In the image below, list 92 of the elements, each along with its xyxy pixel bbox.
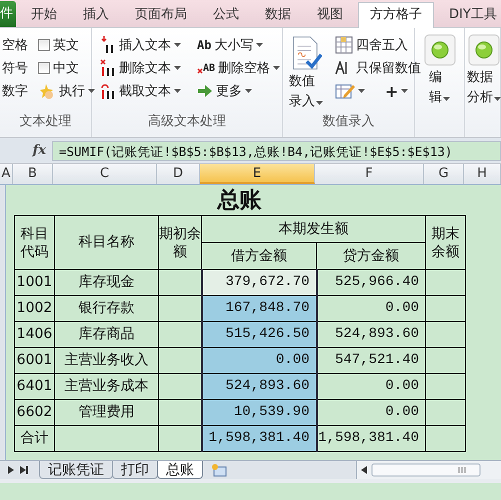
- group-label: 高级文本处理: [147, 113, 227, 131]
- table-cell: 主营业务成本: [54, 374, 158, 400]
- column-header[interactable]: C: [53, 164, 157, 184]
- checkbox-label[interactable]: 中文: [53, 59, 79, 77]
- column-header[interactable]: B: [13, 164, 53, 184]
- formula-field[interactable]: =SUMIF(记账凭证!$B$5:$B$13,总账!B4,记账凭证!$E$5:$E$13): [52, 140, 501, 160]
- table-cell: 6602: [14, 400, 54, 426]
- table-cell: 主营业务收入: [54, 348, 158, 374]
- header-cell: 期初余额: [158, 216, 202, 270]
- column-header[interactable]: F: [315, 164, 424, 184]
- scroll-left-icon[interactable]: [361, 466, 367, 474]
- column-header[interactable]: H: [464, 164, 501, 184]
- column-header[interactable]: E: [200, 164, 315, 184]
- ribbon-button[interactable]: 更多: [195, 80, 282, 102]
- new-sheet-icon[interactable]: [211, 463, 227, 477]
- table-cell: 525,966.40: [316, 270, 426, 296]
- insert-function-button[interactable]: fx: [0, 143, 52, 158]
- ribbon-button[interactable]: 四舍五入: [333, 34, 423, 56]
- ribbon-tab[interactable]: 页面布局: [124, 3, 198, 27]
- table-cell: 547,521.40: [316, 348, 426, 374]
- ribbon-command[interactable]: 符号: [0, 57, 30, 79]
- ribbon-tab[interactable]: 方方格子: [358, 2, 434, 28]
- column-header[interactable]: A: [0, 164, 13, 184]
- ribbon-button[interactable]: AB 删除空格: [195, 57, 282, 79]
- table-cell: 0.00: [316, 296, 426, 322]
- table-cell: 379,672.70: [202, 270, 316, 296]
- ribbon-button[interactable]: Ab 大小写: [195, 34, 282, 56]
- sheet-tab[interactable]: 打印: [112, 461, 158, 479]
- group-label: 数值录入: [322, 113, 376, 131]
- table-cell: 1,598,381.40: [316, 426, 426, 452]
- insert-text-icon: [100, 36, 116, 54]
- last-sheet-icon[interactable]: [20, 466, 28, 474]
- table-cell: 管理费用: [54, 400, 158, 426]
- next-sheet-icon[interactable]: [8, 466, 14, 474]
- table-cell: 524,893.60: [202, 374, 316, 400]
- ribbon-tab[interactable]: 数据: [254, 3, 302, 27]
- ribbon-tab[interactable]: DIY工具: [438, 3, 501, 27]
- header-cell: 科目代码: [14, 216, 54, 270]
- table-cell: 1002: [14, 296, 54, 322]
- checkbox[interactable]: [38, 39, 50, 51]
- sheet-tab[interactable]: 总账: [157, 461, 203, 479]
- table-cell: 515,426.50: [202, 322, 316, 348]
- header-cell: 本期发生额: [202, 216, 426, 242]
- table-cell: 1001: [14, 270, 54, 296]
- ribbon-button[interactable]: 只保留数值: [333, 57, 423, 79]
- ribbon-tab[interactable]: 件: [0, 1, 16, 27]
- table-cell: 167,848.70: [202, 296, 316, 322]
- ribbon-tab[interactable]: 视图: [306, 3, 354, 27]
- extract-text-icon: [100, 82, 116, 100]
- ribbon-button[interactable]: 插入文本: [98, 34, 183, 56]
- ribbon-button[interactable]: 删除文本: [98, 57, 183, 79]
- scroll-thumb[interactable]: [371, 463, 481, 477]
- table-cell: 0.00: [316, 374, 426, 400]
- ribbon-large-button[interactable]: 编辑: [422, 32, 458, 110]
- header-cell: 科目名称: [54, 216, 158, 270]
- column-header[interactable]: G: [424, 164, 464, 184]
- letters-icon: Ab: [197, 38, 212, 52]
- table-cell: 524,893.60: [316, 322, 426, 348]
- ribbon-tab[interactable]: 插入: [72, 3, 120, 27]
- table-icon: [335, 36, 353, 54]
- orb-icon: [424, 34, 456, 66]
- ribbon-button[interactable]: 截取文本: [98, 80, 183, 102]
- ribbon-button[interactable]: +: [383, 80, 410, 102]
- ribbon-command[interactable]: 数字: [0, 80, 30, 102]
- table-cell: 10,539.90: [202, 400, 316, 426]
- ribbon-button[interactable]: 执行: [36, 80, 97, 102]
- ribbon-tab[interactable]: 公式: [202, 3, 250, 27]
- table-cell: 6401: [14, 374, 54, 400]
- checkbox[interactable]: [38, 62, 50, 74]
- table-cell: 银行存款: [54, 296, 158, 322]
- ribbon-tab[interactable]: 开始: [20, 3, 68, 27]
- table-cell: 1,598,381.40: [202, 426, 316, 452]
- group-label: 文本处理: [18, 113, 72, 131]
- table-cell: 1406: [14, 322, 54, 348]
- ribbon-large-button[interactable]: 数值录入: [287, 34, 325, 114]
- ribbon-large-button[interactable]: 数据分析: [465, 32, 501, 110]
- table-cell: 0.00: [202, 348, 316, 374]
- table-cell: 合计: [14, 426, 54, 452]
- arrow-icon: [197, 84, 213, 98]
- header-cell: 期末余额: [426, 216, 466, 270]
- sheet-title: 总账: [216, 187, 262, 215]
- checkbox-label[interactable]: 英文: [53, 36, 79, 54]
- table-pencil-icon: [335, 82, 355, 100]
- sheet-tab[interactable]: 记账凭证: [39, 461, 113, 479]
- table-cell: 0.00: [316, 400, 426, 426]
- ribbon-command[interactable]: 空格: [0, 34, 30, 56]
- table-cell: 库存商品: [54, 322, 158, 348]
- document-check-icon: [290, 36, 322, 70]
- table-cell: 6001: [14, 348, 54, 374]
- table-cell: 库存现金: [54, 270, 158, 296]
- delete-text-icon: [100, 59, 116, 77]
- hand-star-icon: [38, 82, 56, 100]
